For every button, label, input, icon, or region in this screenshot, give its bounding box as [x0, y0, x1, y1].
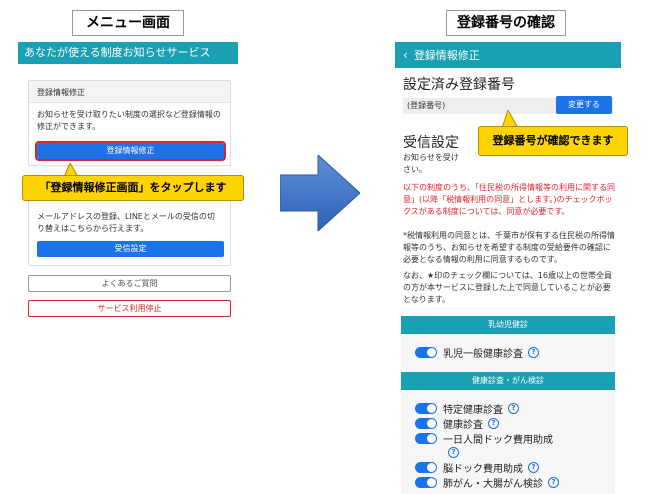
- number-confirm-callout: 登録番号が確認できます: [478, 126, 628, 156]
- option-row[interactable]: 脳ドック費用助成 ?: [415, 460, 539, 475]
- help-icon[interactable]: ?: [448, 447, 459, 458]
- consent-notice: 以下の制度のうち、「住民税の所得情報等の利用に関する同意」(以降「税情報利用の同…: [403, 183, 615, 216]
- option-row[interactable]: 特定健康診査 ?: [415, 401, 519, 416]
- menu-header: あなたが使える制度お知らせサービス: [18, 42, 238, 64]
- option-label: 乳児一般健康診査: [443, 348, 523, 360]
- option-row[interactable]: 乳児一般健康診査 ?: [415, 345, 539, 360]
- option-row[interactable]: 一日人間ドック費用助成: [415, 431, 553, 446]
- registration-edit-card-desc: お知らせを受け取りたい制度の選択など登録情報の修正ができます。: [37, 110, 221, 131]
- toggle-switch[interactable]: [415, 461, 437, 473]
- option-label: 健康診査: [443, 419, 483, 431]
- household-note: なお、★印のチェック欄については、16歳以上の世帯全員の方が本サービスに登録した…: [403, 271, 612, 304]
- menu-screen-label: メニュー画面: [72, 10, 184, 36]
- tax-info-note: *税情報利用の同意とは、千葉市が保有する住民税の所得情報等のうち、お知らせを希望…: [403, 231, 615, 264]
- tap-instruction-callout: 「登録情報修正画面」をタップします: [22, 175, 244, 201]
- help-icon[interactable]: ?: [548, 476, 559, 488]
- registered-number-title: 設定済み登録番号: [403, 77, 515, 93]
- faq-button[interactable]: よくあるご質問: [28, 275, 231, 292]
- option-row[interactable]: 肺がん・大腸がん検診 ?: [415, 475, 559, 490]
- registration-edit-card: 登録情報修正 お知らせを受け取りたい制度の選択など登録情報の修正ができます。 登…: [28, 80, 231, 166]
- edit-header-title: 登録情報修正: [413, 49, 480, 62]
- section-health-checkup: 健康診査・がん検診: [401, 372, 615, 390]
- stop-service-button[interactable]: サービス利用停止: [28, 300, 231, 317]
- toggle-switch[interactable]: [415, 402, 437, 414]
- confirm-screen-label: 登録番号の確認: [446, 10, 566, 36]
- toggle-switch[interactable]: [415, 346, 437, 358]
- option-row[interactable]: 健康診査 ?: [415, 416, 499, 431]
- option-label: 特定健康診査: [443, 404, 503, 416]
- option-label: 一日人間ドック費用助成: [443, 434, 553, 446]
- change-button[interactable]: 変更する: [556, 96, 612, 114]
- toggle-switch[interactable]: [415, 417, 437, 429]
- help-icon[interactable]: ?: [528, 461, 539, 473]
- registration-edit-button[interactable]: 登録情報修正: [35, 141, 226, 161]
- toggle-switch[interactable]: [415, 476, 437, 488]
- option-label: 脳ドック費用助成: [443, 463, 523, 475]
- receive-settings-button[interactable]: 受信設定: [37, 241, 224, 257]
- receive-settings-title: 受信設定: [403, 135, 459, 151]
- right-arrow-icon: [280, 155, 360, 231]
- help-icon[interactable]: ?: [528, 346, 539, 358]
- help-icon[interactable]: ?: [508, 402, 519, 414]
- toggle-switch[interactable]: [415, 432, 437, 444]
- registration-edit-card-title: 登録情報修正: [29, 81, 230, 103]
- chevron-left-icon[interactable]: ‹: [403, 42, 408, 68]
- edit-header: ‹ 登録情報修正: [395, 42, 621, 68]
- section-infant-checkup: 乳幼児健診: [401, 316, 615, 334]
- help-icon[interactable]: ?: [488, 417, 499, 429]
- option-label: 肺がん・大腸がん検診: [443, 478, 543, 490]
- intro-text-2: さい。: [403, 165, 427, 174]
